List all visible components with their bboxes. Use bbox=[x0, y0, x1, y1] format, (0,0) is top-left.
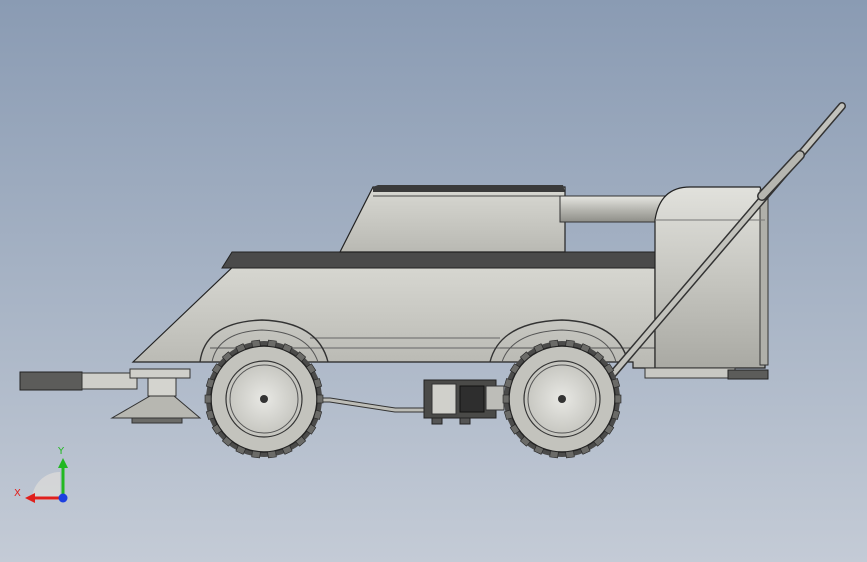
tire-tread bbox=[267, 339, 277, 348]
wheel-rear bbox=[502, 339, 622, 459]
z-axis-dot bbox=[58, 493, 68, 503]
tire-tread bbox=[267, 450, 277, 459]
graphics-viewport[interactable]: Y X bbox=[0, 0, 867, 562]
y-axis-label: Y bbox=[57, 446, 65, 457]
suction-pipe bbox=[559, 195, 671, 223]
tire-tread bbox=[549, 450, 559, 459]
tire-tread bbox=[565, 339, 575, 348]
tire-tread bbox=[614, 394, 622, 404]
tire-tread bbox=[204, 394, 212, 404]
sweeper-model[interactable] bbox=[0, 0, 867, 562]
tire-tread bbox=[549, 339, 559, 348]
tire-tread bbox=[502, 394, 510, 404]
tire-tread bbox=[565, 450, 575, 459]
x-axis-label: X bbox=[14, 488, 21, 499]
tire-tread bbox=[316, 394, 324, 404]
tire-tread bbox=[251, 450, 261, 459]
drive-motor bbox=[423, 379, 505, 425]
upper-hood bbox=[339, 185, 566, 253]
orientation-triad: Y X bbox=[14, 446, 68, 503]
wheel-front bbox=[204, 339, 324, 459]
tire-tread bbox=[251, 339, 261, 348]
